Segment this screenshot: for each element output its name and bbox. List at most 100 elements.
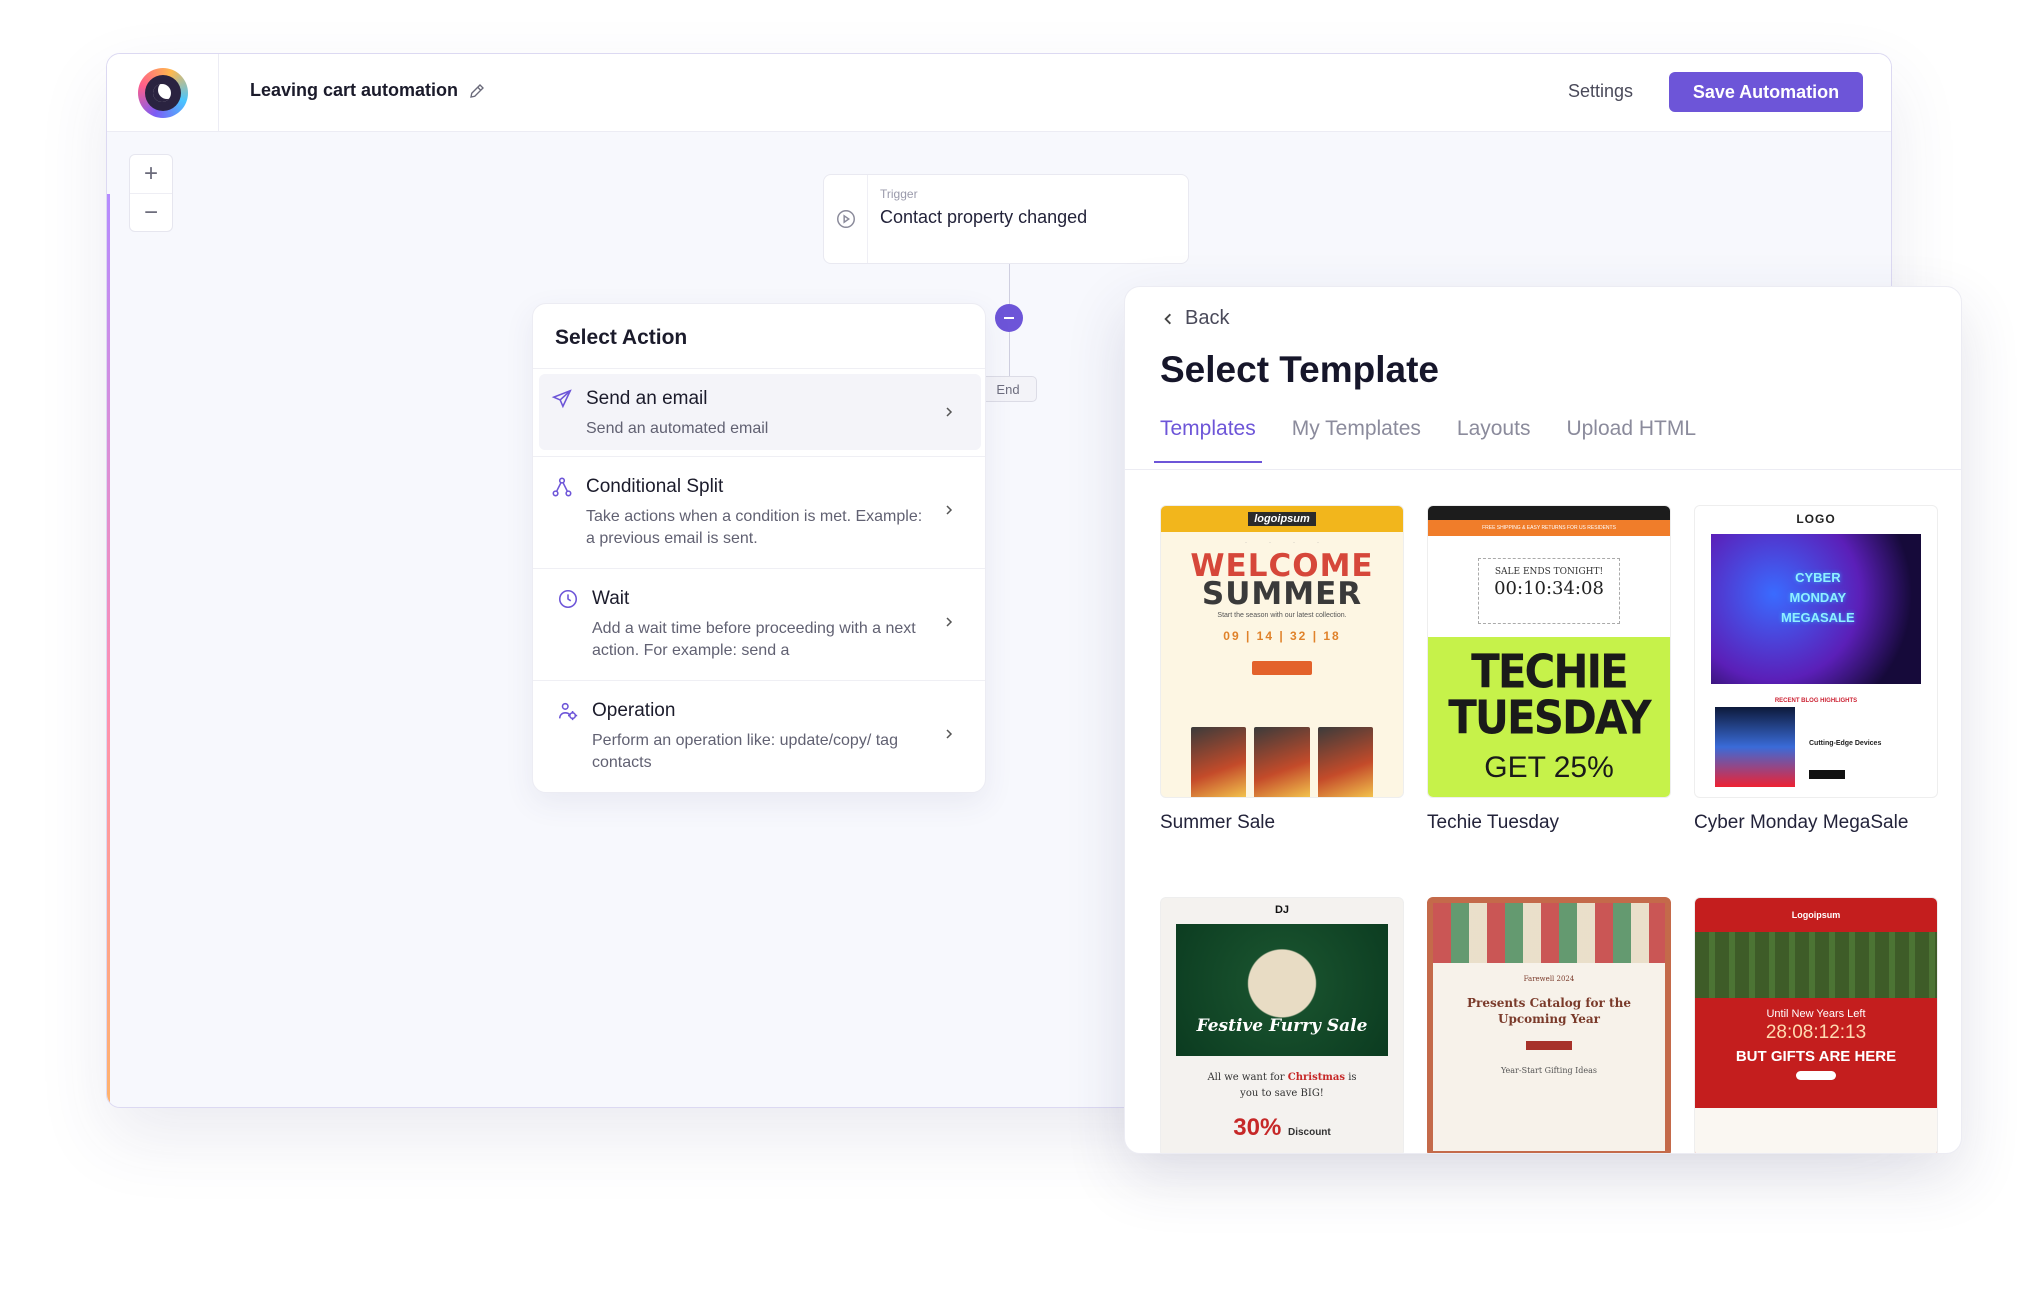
action-desc: Perform an operation like: update/copy/ … xyxy=(592,732,898,771)
select-action-panel: Select Action Send an email Send an auto… xyxy=(532,303,986,793)
thumb-logo: logoipsum xyxy=(1248,512,1316,526)
automation-title: Leaving cart automation xyxy=(250,80,459,100)
thumb-subtext: Year-Start Gifting Ideas xyxy=(1500,1066,1598,1075)
template-thumbnail[interactable]: LOGO CYBER MONDAY MEGASALE RECENT BLOG HIG… xyxy=(1694,505,1938,798)
thumb-text: Until New Years Left xyxy=(1766,1008,1866,1020)
tab-layouts[interactable]: Layouts xyxy=(1457,417,1531,463)
chevron-right-icon xyxy=(946,729,953,739)
operation-icon xyxy=(558,702,578,721)
divider xyxy=(533,368,985,369)
template-card-cyber-monday[interactable]: LOGO CYBER MONDAY MEGASALE RECENT BLOG HIG… xyxy=(1694,505,1938,834)
thumb-header xyxy=(1428,506,1670,520)
divider xyxy=(533,456,985,457)
automation-title-group[interactable]: Leaving cart automation xyxy=(250,80,486,101)
thumb-timer: 28:08:12:13 xyxy=(1765,1022,1867,1043)
action-title: Conditional Split xyxy=(586,476,724,497)
minus-icon xyxy=(1004,317,1014,319)
template-thumbnail[interactable]: DJ Festive Furry Sale All we want for Ch… xyxy=(1160,897,1404,1153)
divider xyxy=(533,680,985,681)
thumb-button xyxy=(1526,1041,1572,1050)
logo-eye xyxy=(144,75,181,111)
action-title: Wait xyxy=(592,588,630,609)
trigger-value: Contact property changed xyxy=(880,207,1088,227)
template-tabs: Templates My Templates Layouts Upload HT… xyxy=(1154,417,1696,463)
thumb-footer xyxy=(1695,1108,1937,1153)
thumb-hero: CYBER MONDAY MEGASALE xyxy=(1711,534,1921,684)
thumb-blog-heading: RECENT BLOG HIGHLIGHTS xyxy=(1774,698,1858,704)
save-automation-button[interactable]: Save Automation xyxy=(1669,72,1863,112)
template-thumbnail[interactable]: logoipsum · · · · WELCOME SUMMER Start the s… xyxy=(1160,505,1404,798)
back-label: Back xyxy=(1185,307,1230,329)
thumb-photos xyxy=(1191,727,1373,797)
template-card-presents-catalog[interactable]: Farewell 2024 Presents Catalog for the Up… xyxy=(1427,897,1671,1153)
template-card-summer-sale[interactable]: logoipsum · · · · WELCOME SUMMER Start the s… xyxy=(1160,505,1404,834)
thumb-nav: · · · · xyxy=(1245,540,1319,546)
thumb-stripe: FREE SHIPPING & EASY RETURNS FOR US RESI… xyxy=(1428,520,1670,536)
settings-link[interactable]: Settings xyxy=(1568,81,1633,102)
thumb-button xyxy=(1796,1071,1836,1080)
action-conditional-split[interactable]: Conditional Split Take actions when a co… xyxy=(539,462,981,564)
split-icon xyxy=(552,477,572,497)
tab-my-templates[interactable]: My Templates xyxy=(1292,417,1421,463)
collapse-node-button[interactable] xyxy=(995,304,1023,332)
pencil-icon[interactable] xyxy=(468,82,486,100)
action-send-email[interactable]: Send an email Send an automated email xyxy=(539,374,981,450)
thumb-countdown: 09 | 14 | 32 | 18 xyxy=(1223,629,1341,643)
thumb-button xyxy=(1252,661,1312,675)
thumb-button xyxy=(1809,770,1845,779)
thumb-headline: Presents Catalog for the Upcoming Year xyxy=(1467,996,1631,1026)
trigger-node[interactable]: Trigger Contact property changed xyxy=(823,174,1189,264)
thumb-logo: Logoipsum xyxy=(1791,910,1841,920)
action-title: Operation xyxy=(592,700,676,721)
thumb-header: logoipsum xyxy=(1161,506,1403,532)
thumb-banner xyxy=(1433,903,1665,963)
clock-icon xyxy=(558,589,578,609)
template-name: Summer Sale xyxy=(1160,812,1276,833)
zoom-out-button[interactable]: − xyxy=(130,193,172,231)
template-thumbnail[interactable]: Farewell 2024 Presents Catalog for the Up… xyxy=(1427,897,1671,1153)
select-action-title: Select Action xyxy=(555,326,688,349)
action-operation[interactable]: Operation Perform an operation like: upd… xyxy=(539,686,981,788)
thumb-discount: 30% Discount xyxy=(1233,1114,1331,1141)
thumb-text: All we want for Christmas is you to save … xyxy=(1207,1072,1357,1099)
template-name: Cyber Monday MegaSale xyxy=(1694,812,1909,833)
thumb-hero: Festive Furry Sale xyxy=(1176,924,1388,1056)
action-desc: Send an automated email xyxy=(586,420,769,437)
template-card-christmas[interactable]: Logoipsum Until New Years Left 28:08:12:… xyxy=(1694,897,1938,1153)
trigger-icon-col xyxy=(824,175,868,263)
app-logo-icon xyxy=(137,68,188,118)
top-bar: Leaving cart automation Settings Save Au… xyxy=(107,54,1891,132)
tabs-divider xyxy=(1125,469,1961,470)
action-wait[interactable]: Wait Add a wait time before proceeding w… xyxy=(539,574,981,676)
divider xyxy=(533,568,985,569)
thumb-garland xyxy=(1695,932,1937,998)
thumb-hero: TECHIE TUESDAY GET 25% xyxy=(1428,637,1670,797)
tab-templates[interactable]: Templates xyxy=(1154,417,1262,463)
template-card-festive[interactable]: DJ Festive Furry Sale All we want for Ch… xyxy=(1160,897,1404,1153)
chevron-left-icon xyxy=(1164,313,1171,324)
end-node: End xyxy=(979,376,1037,402)
tab-upload-html[interactable]: Upload HTML xyxy=(1566,417,1696,463)
thumb-logo: DJ xyxy=(1274,904,1290,916)
template-thumbnail[interactable]: Logoipsum Until New Years Left 28:08:12:… xyxy=(1694,897,1938,1153)
thumb-logo: LOGO xyxy=(1796,512,1836,526)
thumb-subtext: Start the season with our latest collect… xyxy=(1217,612,1347,619)
play-circle-icon xyxy=(836,210,855,228)
logo-cell[interactable] xyxy=(107,54,219,132)
chevron-right-icon xyxy=(946,407,953,417)
chevron-right-icon xyxy=(946,505,953,515)
select-template-panel: Back Select Template Templates My Templa… xyxy=(1124,286,1962,1154)
thumb-small-text: Farewell 2024 xyxy=(1523,975,1575,983)
template-card-techie-tuesday[interactable]: FREE SHIPPING & EASY RETURNS FOR US RESI… xyxy=(1427,505,1671,834)
thumb-blog-title: Cutting-Edge Devices xyxy=(1809,740,1882,747)
thumb-blog-image xyxy=(1715,707,1795,787)
select-template-title: Select Template xyxy=(1160,349,1439,390)
thumb-timer: SALE ENDS TONIGHT! 00:10:34:08 xyxy=(1478,558,1620,624)
chevron-right-icon xyxy=(946,617,953,627)
zoom-in-button[interactable]: + xyxy=(130,155,172,193)
back-link[interactable]: Back xyxy=(1161,307,1229,330)
thumb-headline: BUT GIFTS ARE HERE xyxy=(1735,1048,1897,1065)
action-title: Send an email xyxy=(586,388,708,409)
template-thumbnail[interactable]: FREE SHIPPING & EASY RETURNS FOR US RESI… xyxy=(1427,505,1671,798)
action-desc: Add a wait time before proceeding with a… xyxy=(592,620,916,659)
